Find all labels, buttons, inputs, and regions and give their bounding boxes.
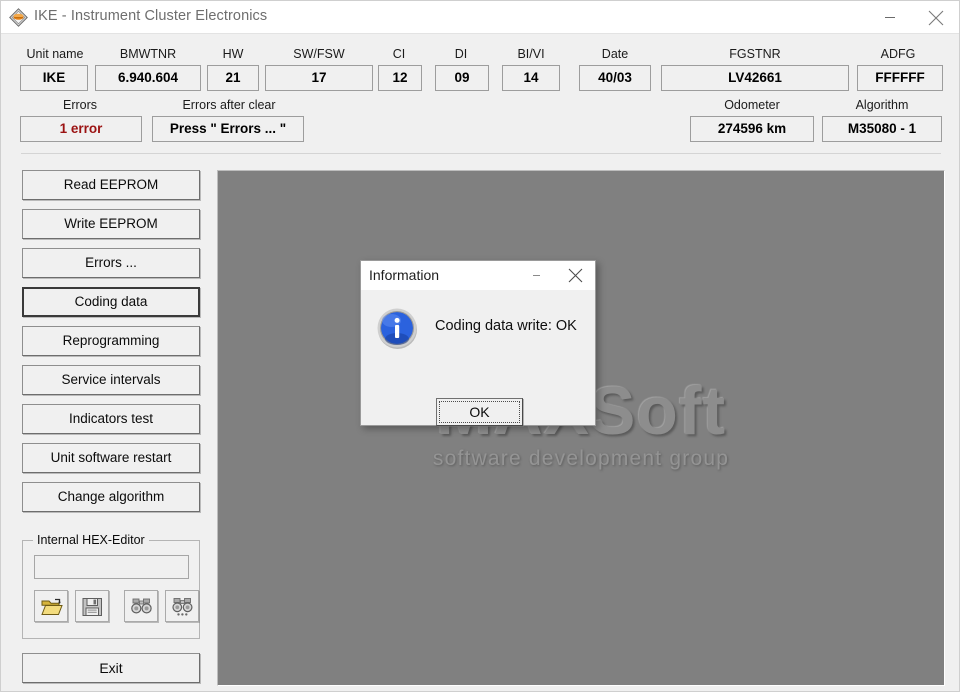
app-diamond-icon xyxy=(9,8,28,27)
info-icon xyxy=(375,306,420,351)
hex-find-next-button[interactable] xyxy=(165,590,199,622)
label-date: Date xyxy=(601,47,629,61)
sidebar-button-reprogramming[interactable]: Reprogramming xyxy=(22,326,200,356)
sidebar-button-change-algorithm[interactable]: Change algorithm xyxy=(22,482,200,512)
label-errors-after-clear: Errors after clear xyxy=(182,98,276,112)
label-hw: HW xyxy=(222,47,244,61)
sidebar: Read EEPROM Write EEPROM Errors ... Codi… xyxy=(2,161,210,691)
information-dialog: Information Coding data write: OK OK xyxy=(360,260,596,426)
hex-find-button[interactable] xyxy=(124,590,158,622)
value-errors-after-clear[interactable]: Press " Errors ... " xyxy=(152,116,304,142)
value-adfg[interactable]: FFFFFF xyxy=(857,65,943,91)
dialog-title-bar: Information xyxy=(361,261,595,290)
hex-open-file-button[interactable] xyxy=(34,590,68,622)
window-minimize-button[interactable] xyxy=(867,1,913,32)
find-next-icon xyxy=(172,598,193,616)
value-errors[interactable]: 1 error xyxy=(20,116,142,142)
save-file-icon xyxy=(82,598,102,616)
sidebar-button-indicators-test[interactable]: Indicators test xyxy=(22,404,200,434)
sidebar-button-unit-software-restart[interactable]: Unit software restart xyxy=(22,443,200,473)
header-divider xyxy=(21,153,941,154)
title-bar: IKE - Instrument Cluster Electronics xyxy=(1,1,959,34)
unit-info-panel: Unit name BMWTNR HW SW/FSW CI DI BI/VI D… xyxy=(2,34,958,152)
window-close-button[interactable] xyxy=(913,1,959,32)
value-fgstnr[interactable]: LV42661 xyxy=(661,65,849,91)
main-content-panel: MAXSoft software development group xyxy=(217,170,945,686)
internal-hex-editor-group: Internal HEX-Editor xyxy=(22,533,200,639)
label-ci: CI xyxy=(392,47,406,61)
value-bi-vi[interactable]: 14 xyxy=(502,65,560,91)
value-odometer[interactable]: 274596 km xyxy=(690,116,814,142)
dialog-title: Information xyxy=(369,267,440,283)
sidebar-button-write-eeprom[interactable]: Write EEPROM xyxy=(22,209,200,239)
minimize-icon xyxy=(885,17,895,18)
value-hw[interactable]: 21 xyxy=(207,65,259,91)
label-bi-vi: BI/VI xyxy=(517,47,545,61)
label-bmwtnr: BMWTNR xyxy=(119,47,177,61)
dialog-minimize-button[interactable] xyxy=(519,261,555,289)
label-fgstnr: FGSTNR xyxy=(729,47,781,61)
dialog-message: Coding data write: OK xyxy=(435,318,577,334)
window-title: IKE - Instrument Cluster Electronics xyxy=(34,8,268,24)
close-icon xyxy=(568,268,583,283)
sidebar-button-read-eeprom[interactable]: Read EEPROM xyxy=(22,170,200,200)
find-icon xyxy=(131,598,152,614)
label-sw-fsw: SW/FSW xyxy=(293,47,345,61)
minimize-icon xyxy=(533,275,540,276)
label-adfg: ADFG xyxy=(880,47,916,61)
value-bmwtnr[interactable]: 6.940.604 xyxy=(95,65,201,91)
label-algorithm: Algorithm xyxy=(855,98,909,112)
exit-button[interactable]: Exit xyxy=(22,653,200,683)
label-errors: Errors xyxy=(62,98,98,112)
label-di: DI xyxy=(454,47,468,61)
dialog-body: Coding data write: OK OK xyxy=(361,290,595,426)
hex-editor-title: Internal HEX-Editor xyxy=(33,533,149,547)
hex-editor-input[interactable] xyxy=(34,555,189,579)
value-di[interactable]: 09 xyxy=(435,65,489,91)
dialog-ok-label: OK xyxy=(439,401,520,423)
close-icon xyxy=(928,10,944,26)
value-ci[interactable]: 12 xyxy=(378,65,422,91)
label-unit-name: Unit name xyxy=(26,47,84,61)
value-sw-fsw[interactable]: 17 xyxy=(265,65,373,91)
hex-save-file-button[interactable] xyxy=(75,590,109,622)
value-unit-name[interactable]: IKE xyxy=(20,65,88,91)
application-window: IKE - Instrument Cluster Electronics Uni… xyxy=(0,0,960,692)
sidebar-button-coding-data[interactable]: Coding data xyxy=(22,287,200,317)
sidebar-button-service-intervals[interactable]: Service intervals xyxy=(22,365,200,395)
dialog-ok-button[interactable]: OK xyxy=(436,398,523,426)
sidebar-button-errors[interactable]: Errors ... xyxy=(22,248,200,278)
watermark-tagline: software development group xyxy=(432,447,730,470)
open-file-icon xyxy=(41,598,63,615)
dialog-close-button[interactable] xyxy=(557,261,593,289)
label-odometer: Odometer xyxy=(724,98,780,112)
value-algorithm[interactable]: M35080 - 1 xyxy=(822,116,942,142)
value-date[interactable]: 40/03 xyxy=(579,65,651,91)
